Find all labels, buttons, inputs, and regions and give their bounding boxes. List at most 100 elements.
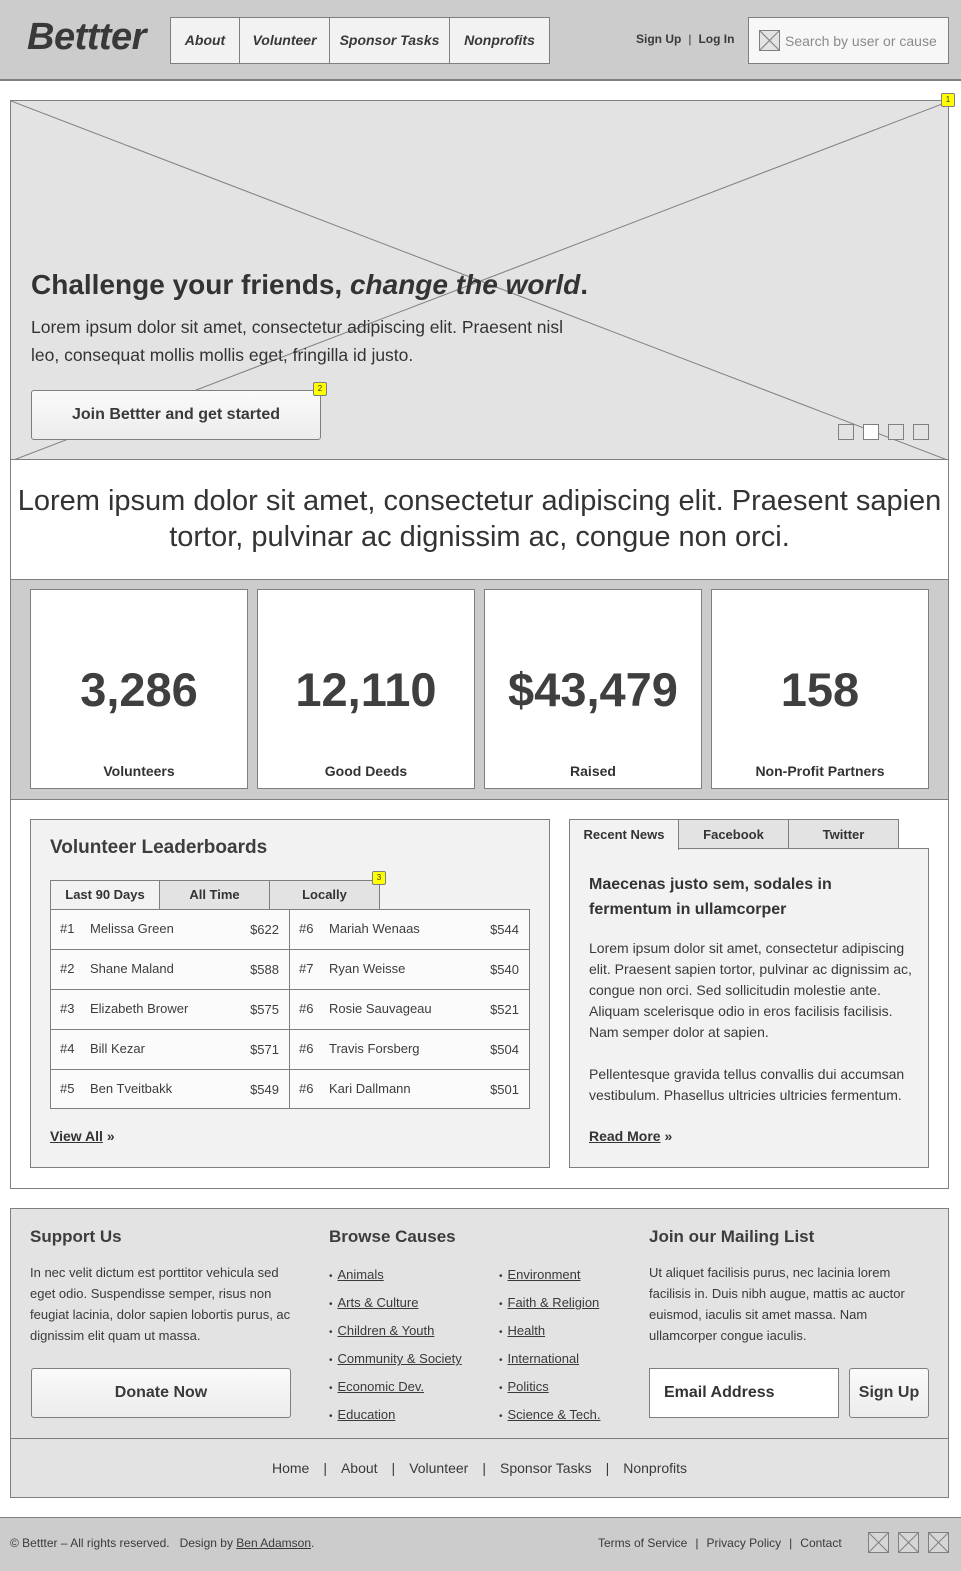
news-body: Lorem ipsum dolor sit amet, consectetur …: [589, 938, 919, 1106]
join-button[interactable]: Join Bettter and get started: [31, 390, 321, 440]
cause-link-science[interactable]: Science & Tech.: [508, 1407, 601, 1422]
stat-card-volunteers: 3,286 Volunteers: [30, 589, 248, 789]
footer-nav: Home | About | Volunteer | Sponsor Tasks | Nonpr…: [11, 1438, 948, 1498]
slide-dot[interactable]: [913, 424, 929, 440]
donate-button[interactable]: Donate Now: [31, 1368, 291, 1418]
table-row[interactable]: #2 Shane Maland $588: [51, 950, 289, 990]
stat-label: Volunteers: [103, 763, 175, 779]
tab-locally[interactable]: Locally: [270, 880, 380, 910]
causes-list-left: Animals Arts & Culture Children & Youth …: [329, 1262, 462, 1430]
raquo-icon: »: [664, 1128, 673, 1144]
footer-nav-about[interactable]: About: [341, 1460, 378, 1476]
stats-panel: 3,286 Volunteers 12,110 Good Deeds $43,4…: [10, 579, 949, 800]
contact-link[interactable]: Contact: [800, 1536, 841, 1550]
tab-facebook[interactable]: Facebook: [679, 819, 789, 849]
email-field[interactable]: [649, 1368, 839, 1418]
auth-links: Sign Up | Log In: [636, 32, 734, 46]
logo[interactable]: Bettter: [27, 16, 146, 59]
social-icon[interactable]: [928, 1532, 949, 1553]
privacy-link[interactable]: Privacy Policy: [706, 1536, 781, 1550]
nav-volunteer[interactable]: Volunteer: [240, 18, 330, 63]
terms-link[interactable]: Terms of Service: [598, 1536, 687, 1550]
stat-value: 12,110: [295, 663, 437, 716]
site-header: Bettter About Volunteer Sponsor Tasks No…: [0, 0, 961, 81]
stat-value: 158: [780, 663, 860, 716]
social-icon[interactable]: [868, 1532, 889, 1553]
stat-card-good-deeds: 12,110 Good Deeds: [257, 589, 475, 789]
tab-last-90-days[interactable]: Last 90 Days: [50, 880, 160, 910]
list-item: Education: [329, 1402, 462, 1430]
stat-value: $43,479: [508, 663, 678, 716]
log-in-link[interactable]: Log In: [698, 32, 734, 46]
news-paragraph: Lorem ipsum dolor sit amet, consectetur …: [589, 940, 912, 1040]
tab-twitter[interactable]: Twitter: [789, 819, 899, 849]
list-item: Community & Society: [329, 1346, 462, 1374]
search-box: [748, 17, 949, 64]
list-item: Economic Dev.: [329, 1374, 462, 1402]
table-row[interactable]: #6 Kari Dallmann $501: [290, 1070, 529, 1108]
nav-about[interactable]: About: [171, 18, 240, 63]
footer-nav-home[interactable]: Home: [272, 1460, 309, 1476]
tab-all-time[interactable]: All Time: [160, 880, 270, 910]
cause-link-community[interactable]: Community & Society: [338, 1351, 462, 1366]
footer-nav-volunteer[interactable]: Volunteer: [409, 1460, 468, 1476]
stat-label: Raised: [570, 763, 616, 779]
social-icon[interactable]: [898, 1532, 919, 1553]
causes-list-right: Environment Faith & Religion Health Inte…: [499, 1262, 601, 1430]
mailing-signup-button[interactable]: Sign Up: [849, 1368, 929, 1418]
footer-nav-nonprofits[interactable]: Nonprofits: [623, 1460, 687, 1476]
legal-links: Terms of Service | Privacy Policy | Contact: [598, 1536, 842, 1550]
support-title: Support Us: [30, 1227, 122, 1246]
designer-link[interactable]: Ben Adamson: [236, 1536, 311, 1550]
annotation-badge: 3: [372, 871, 386, 885]
cause-link-faith[interactable]: Faith & Religion: [508, 1295, 600, 1310]
table-row[interactable]: #7 Ryan Weisse $540: [290, 950, 529, 990]
raquo-icon: »: [106, 1128, 115, 1144]
annotation-badge: 2: [313, 382, 327, 396]
slide-dot[interactable]: [888, 424, 904, 440]
news-paragraph: Pellentesque gravida tellus convallis du…: [589, 1066, 905, 1103]
stat-value: 3,286: [80, 663, 198, 716]
mailing-title: Join our Mailing List: [649, 1227, 815, 1246]
table-row[interactable]: #1 Melissa Green $622: [51, 910, 289, 950]
cause-link-politics[interactable]: Politics: [508, 1379, 549, 1394]
view-all: View All »: [50, 1128, 115, 1144]
list-item: Faith & Religion: [499, 1290, 601, 1318]
annotation-badge: 1: [941, 93, 955, 107]
search-input[interactable]: [785, 28, 945, 54]
table-row[interactable]: #6 Rosie Sauvageau $521: [290, 990, 529, 1030]
table-row[interactable]: #6 Travis Forsberg $504: [290, 1030, 529, 1070]
slide-pager: [838, 424, 929, 440]
nav-sponsor-tasks[interactable]: Sponsor Tasks: [330, 18, 450, 63]
cause-link-arts[interactable]: Arts & Culture: [338, 1295, 419, 1310]
slide-dot-active[interactable]: [863, 424, 879, 440]
cause-link-environment[interactable]: Environment: [508, 1267, 581, 1282]
table-row[interactable]: #4 Bill Kezar $571: [51, 1030, 289, 1070]
stat-card-partners: 158 Non-Profit Partners: [711, 589, 929, 789]
list-item: Science & Tech.: [499, 1402, 601, 1430]
read-more: Read More »: [589, 1128, 672, 1144]
cause-link-economic[interactable]: Economic Dev.: [338, 1379, 424, 1394]
leaderboard-column: #6 Mariah Wenaas $544 #7 Ryan Weisse $540 #6…: [290, 910, 529, 1108]
cause-link-children[interactable]: Children & Youth: [338, 1323, 435, 1338]
table-row[interactable]: #6 Mariah Wenaas $544: [290, 910, 529, 950]
sign-up-link[interactable]: Sign Up: [636, 32, 681, 46]
footer-nav-sponsor-tasks[interactable]: Sponsor Tasks: [500, 1460, 592, 1476]
table-row[interactable]: #3 Elizabeth Brower $575: [51, 990, 289, 1030]
nav-nonprofits[interactable]: Nonprofits: [450, 18, 549, 63]
table-row[interactable]: #5 Ben Tveitbakk $549: [51, 1070, 289, 1108]
cause-link-education[interactable]: Education: [338, 1407, 396, 1422]
view-all-link[interactable]: View All: [50, 1128, 103, 1144]
leaderboard-title: Volunteer Leaderboards: [50, 837, 268, 858]
cause-link-animals[interactable]: Animals: [338, 1267, 384, 1282]
slide-dot[interactable]: [838, 424, 854, 440]
tab-recent-news[interactable]: Recent News: [569, 819, 679, 850]
read-more-link[interactable]: Read More: [589, 1128, 661, 1144]
cause-link-international[interactable]: International: [508, 1351, 580, 1366]
hero-title: Challenge your friends, change the world…: [31, 269, 588, 300]
stat-label: Good Deeds: [324, 763, 408, 779]
leaderboard-table: #1 Melissa Green $622 #2 Shane Maland $588 #…: [50, 909, 530, 1109]
news-panel: Maecenas justo sem, sodales in fermentum…: [569, 848, 929, 1168]
cause-link-health[interactable]: Health: [508, 1323, 546, 1338]
hero-text: Lorem ipsum dolor sit amet, consectetur …: [31, 317, 564, 365]
